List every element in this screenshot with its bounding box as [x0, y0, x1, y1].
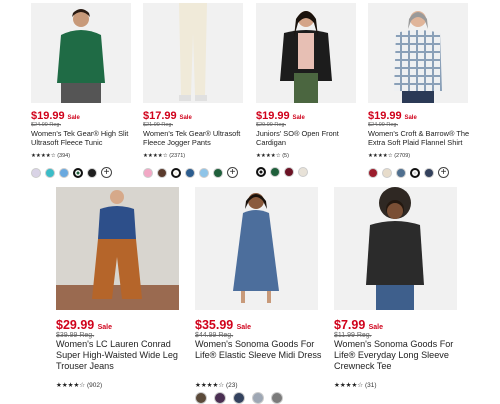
review-count: (5) [282, 153, 289, 159]
color-swatch[interactable] [143, 167, 153, 178]
sale-price: $17.99 [143, 110, 177, 122]
sale-label: Sale [179, 115, 192, 121]
star-rating-icon: ★★★★☆ [334, 382, 364, 389]
regular-price: $11.99 Reg. [334, 332, 372, 339]
product-name[interactable]: Women's LC Lauren Conrad Super High-Wais… [56, 339, 184, 372]
sale-label: Sale [368, 324, 384, 331]
color-swatch[interactable] [233, 392, 245, 404]
sale-price: $29.99 [56, 318, 95, 332]
color-swatch[interactable] [424, 167, 434, 178]
sale-label: Sale [292, 115, 305, 121]
sale-label: Sale [97, 324, 112, 331]
rating: ★★★★☆ (902) [56, 381, 102, 389]
sale-label: Sale [67, 115, 80, 121]
color-swatch[interactable] [171, 167, 181, 178]
star-rating-icon: ★★★★☆ [195, 382, 225, 389]
rating: ★★★★☆ (394) [31, 153, 70, 159]
product-image[interactable] [143, 3, 243, 103]
sale-price: $19.99 [31, 110, 65, 122]
color-swatch[interactable] [185, 167, 195, 178]
color-swatch[interactable] [59, 167, 69, 178]
color-swatch[interactable] [396, 167, 406, 178]
regular-price: $39.99 Reg. [56, 332, 95, 339]
color-swatch[interactable] [213, 167, 223, 178]
more-colors-plus-icon[interactable]: + [101, 167, 112, 178]
product-image[interactable] [31, 3, 131, 103]
review-count: (394) [57, 153, 71, 159]
review-count: (31) [364, 382, 377, 389]
product-name[interactable]: Women's Sonoma Goods For Life® Elastic S… [195, 339, 323, 361]
star-rating-icon: ★★★★☆ [368, 153, 393, 159]
regular-price: $21.99 Reg. [143, 122, 173, 128]
rating: ★★★★☆ (23) [195, 381, 238, 389]
product-name[interactable]: Juniors' SO® Open Front Cardigan [256, 129, 358, 147]
review-count: (2709) [394, 153, 411, 159]
color-swatch[interactable] [368, 167, 378, 178]
product-grid-page: { "products": [ { "price": "$19.99", "sa… [0, 0, 500, 404]
product-name[interactable]: Women's Tek Gear® High Slit Ultrasoft Fl… [31, 129, 133, 147]
color-swatch[interactable] [382, 167, 392, 178]
color-swatch[interactable] [214, 392, 226, 404]
color-swatches [195, 392, 283, 404]
regular-price: $24.99 Reg. [368, 122, 398, 128]
review-count: (23) [225, 382, 238, 389]
regular-price: $29.99 Reg. [256, 122, 286, 128]
regular-price: $24.99 Reg. [31, 122, 61, 128]
product-image[interactable] [56, 187, 179, 310]
review-count: (2371) [169, 153, 186, 159]
star-rating-icon: ★★★★☆ [256, 153, 281, 159]
star-rating-icon: ★★★★☆ [143, 153, 168, 159]
color-swatches: + [31, 167, 112, 178]
product-name[interactable]: Women's Croft & Barrow® The Extra Soft P… [368, 129, 470, 147]
rating: ★★★★☆ (31) [334, 381, 377, 389]
color-swatches [256, 167, 308, 177]
sale-price: $35.99 [195, 318, 234, 332]
sale-price: $7.99 [334, 318, 366, 332]
color-swatches: + [368, 167, 449, 178]
color-swatch[interactable] [87, 167, 97, 178]
color-swatch[interactable] [298, 167, 308, 177]
rating: ★★★★☆ (2371) [143, 153, 185, 159]
color-swatch[interactable] [157, 167, 167, 178]
product-image[interactable] [256, 3, 356, 103]
color-swatch[interactable] [73, 167, 83, 178]
color-swatch[interactable] [252, 392, 264, 404]
product-name[interactable]: Women's Tek Gear® Ultrasoft Fleece Jogge… [143, 129, 245, 147]
color-swatch[interactable] [270, 167, 280, 177]
review-count: (902) [86, 382, 103, 389]
color-swatch[interactable] [31, 167, 41, 178]
color-swatch[interactable] [256, 167, 266, 177]
color-swatch[interactable] [199, 167, 209, 178]
product-image[interactable] [368, 3, 468, 103]
color-swatch[interactable] [45, 167, 55, 178]
more-colors-plus-icon[interactable]: + [227, 167, 238, 178]
sale-label: Sale [404, 115, 417, 121]
rating: ★★★★☆ (2709) [368, 153, 410, 159]
regular-price: $44.99 Reg. [195, 332, 234, 339]
sale-price: $19.99 [256, 110, 290, 122]
star-rating-icon: ★★★★☆ [31, 153, 56, 159]
rating: ★★★★☆ (5) [256, 153, 289, 159]
color-swatch[interactable] [271, 392, 283, 404]
sale-price: $19.99 [368, 110, 402, 122]
color-swatch[interactable] [195, 392, 207, 404]
product-name[interactable]: Women's Sonoma Goods For Life® Everyday … [334, 339, 462, 372]
more-colors-plus-icon[interactable]: + [438, 167, 449, 178]
color-swatches: + [143, 167, 238, 178]
color-swatch[interactable] [284, 167, 294, 177]
product-image[interactable] [195, 187, 318, 310]
sale-label: Sale [236, 324, 251, 331]
star-rating-icon: ★★★★☆ [56, 382, 86, 389]
product-image[interactable] [334, 187, 457, 310]
color-swatch[interactable] [410, 167, 420, 178]
